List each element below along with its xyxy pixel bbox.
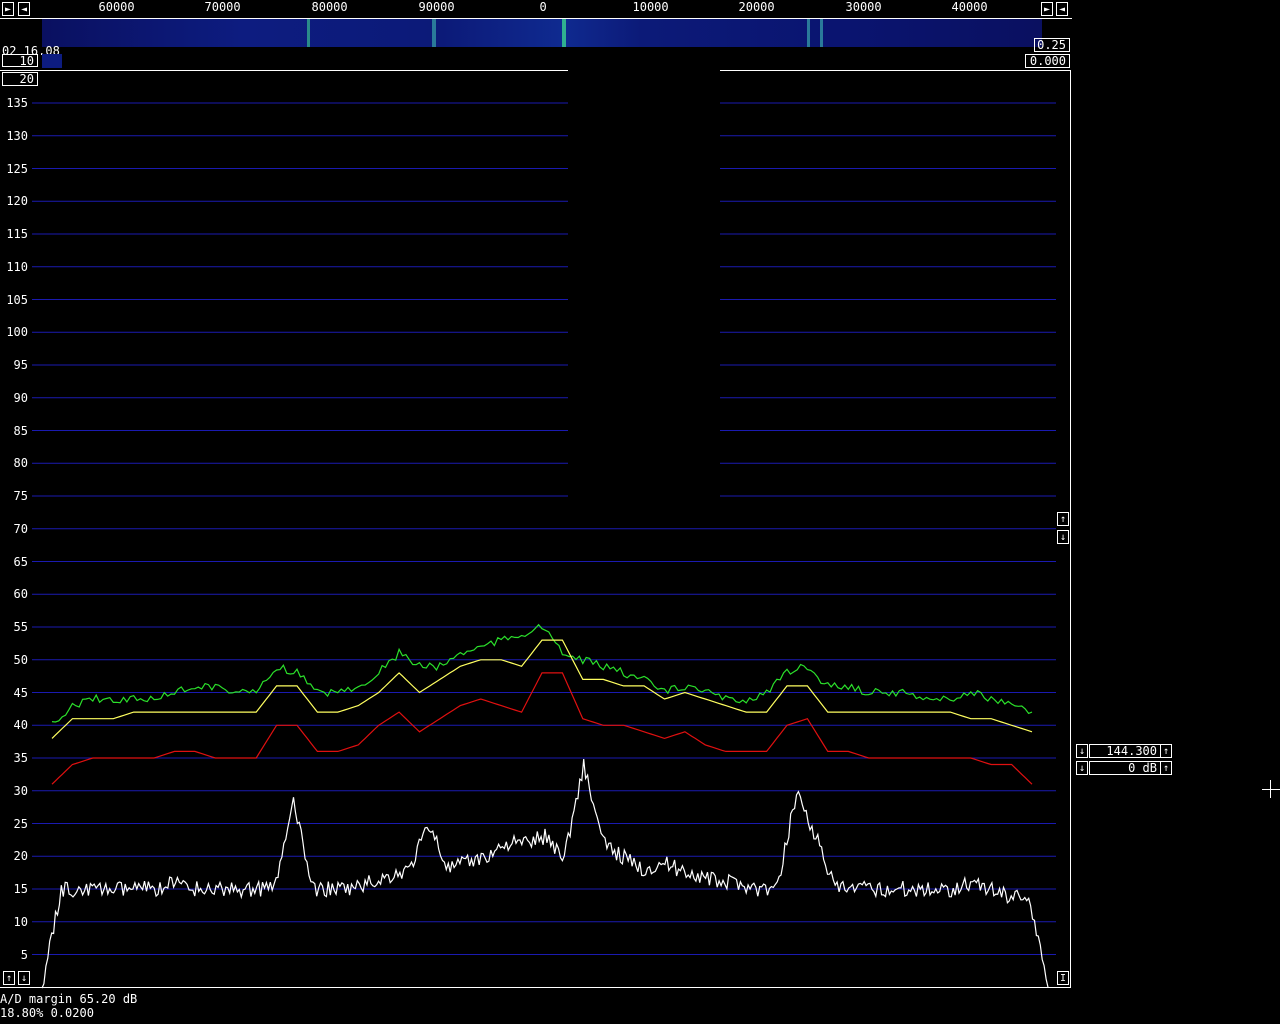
y-axis-tick-label: 110: [6, 259, 28, 274]
y-axis-tick-label: 125: [6, 161, 28, 176]
y-axis-tick-label: 20: [13, 849, 28, 864]
bottom-up-button[interactable]: ↑: [3, 971, 15, 985]
y-axis-tick-label: 25: [13, 816, 28, 831]
red-spectrum-trace: [51, 672, 1033, 785]
level-down-button[interactable]: ↓: [1057, 530, 1069, 544]
freq-up-button[interactable]: ↑: [1160, 744, 1172, 758]
y-axis-tick-label: 115: [6, 227, 28, 241]
blanked-region: [568, 70, 720, 500]
yellow-spectrum-trace: [51, 639, 1033, 739]
y-axis-tick-label: 75: [13, 489, 28, 503]
crosshair-cursor-icon: [1262, 780, 1280, 798]
spectrum-graph[interactable]: [0, 0, 1072, 990]
y-axis-tick-label: 35: [13, 751, 28, 765]
level-down-small-button[interactable]: ↓: [1076, 761, 1088, 775]
y-axis-tick-label: 55: [13, 620, 28, 634]
y-axis-tick-label: 40: [13, 718, 28, 733]
y-axis-tick-label: 60: [13, 587, 28, 602]
i-icon: I: [1059, 973, 1067, 984]
y-axis-tick-label: 5: [20, 947, 28, 962]
y-axis-tick-label: 95: [13, 358, 28, 372]
ad-margin-status: A/D margin 65.20 dB: [0, 992, 138, 1006]
y-axis-tick-label: 50: [13, 652, 28, 667]
frequency-field[interactable]: 144.300: [1089, 744, 1161, 758]
down-arrow-icon: ↓: [1078, 763, 1086, 774]
up-arrow-icon: ↑: [5, 973, 13, 984]
y-axis-tick-label: 135: [6, 96, 28, 110]
info-button[interactable]: I: [1057, 971, 1069, 985]
y-axis-tick-label: 45: [13, 685, 28, 700]
level-up-button[interactable]: ↑: [1057, 512, 1069, 526]
y-axis-tick-label: 105: [6, 292, 28, 307]
up-arrow-icon: ↑: [1059, 514, 1067, 525]
y-axis-tick-label: 80: [13, 456, 28, 471]
y-axis-tick-label: 10: [13, 914, 28, 929]
freq-down-button[interactable]: ↓: [1076, 744, 1088, 758]
up-arrow-icon: ↑: [1162, 746, 1170, 757]
stats-status: 18.80% 0.0200: [0, 1006, 94, 1020]
y-axis-tick-label: 100: [6, 325, 28, 340]
down-arrow-icon: ↓: [1059, 532, 1067, 543]
y-axis-tick-label: 70: [13, 521, 28, 536]
frequency-panel: ↓ 144.300 ↑ ↓ 0 dB ↑: [1076, 744, 1174, 778]
level-field[interactable]: 0 dB: [1089, 761, 1161, 775]
up-arrow-icon: ↑: [1162, 763, 1170, 774]
y-axis-tick-label: 130: [6, 128, 28, 143]
y-axis-tick-label: 15: [13, 882, 28, 896]
y-axis-tick-label: 120: [6, 194, 28, 209]
down-arrow-icon: ↓: [1078, 746, 1086, 757]
y-axis-tick-label: 30: [13, 783, 28, 798]
y-axis-tick-label: 90: [13, 390, 28, 405]
white-spectrum-trace: [41, 759, 1049, 989]
y-axis-tick-label: 85: [13, 423, 28, 438]
level-up-small-button[interactable]: ↑: [1160, 761, 1172, 775]
bottom-down-button[interactable]: ↓: [18, 971, 30, 985]
down-arrow-icon: ↓: [20, 973, 28, 984]
y-axis-tick-label: 65: [13, 554, 28, 569]
